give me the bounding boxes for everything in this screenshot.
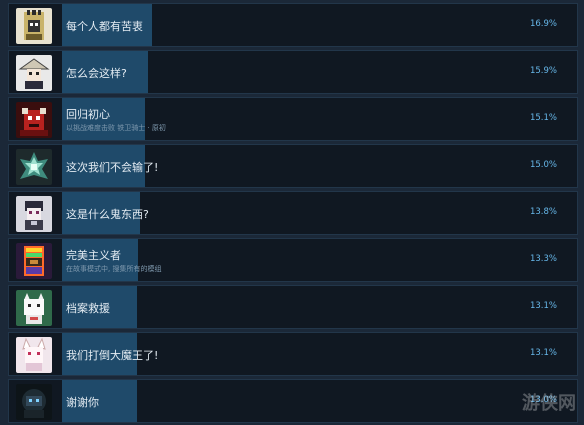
achievement-title: 这是什么鬼东西? xyxy=(66,208,149,221)
unlock-percentage: 15.9% xyxy=(529,66,557,76)
red-demon-icon xyxy=(16,102,52,138)
achievement-title: 谢谢你 xyxy=(66,396,99,409)
achievement-title: 这次我们不会输了! xyxy=(66,161,159,174)
unlock-percentage: 13.1% xyxy=(529,348,557,358)
achievement-row[interactable]: 谢谢你 13.0% xyxy=(8,379,578,423)
achievement-row[interactable]: 每个人都有苦衷 16.9% xyxy=(8,3,578,47)
achievement-row[interactable]: 这次我们不会输了! 15.0% xyxy=(8,144,578,188)
achievement-title: 档案救援 xyxy=(66,302,110,315)
unlock-percentage: 13.8% xyxy=(529,207,557,217)
achievement-description: 在故事模式中, 搜集所有的模组 xyxy=(66,265,162,273)
straw-hat-ninja-icon xyxy=(16,55,52,91)
castle-knight-icon xyxy=(16,8,52,44)
achievement-description: 以挑战难度击败 铁卫骑士 · 原初 xyxy=(66,124,166,132)
achievement-row[interactable]: 我们打倒大魔王了! 13.1% xyxy=(8,332,578,376)
unlock-percentage: 16.9% xyxy=(529,19,557,29)
watermark-logo: 游侠网 xyxy=(522,393,576,414)
dark-guardian-icon xyxy=(16,384,52,420)
unlock-percentage: 15.1% xyxy=(529,113,557,123)
fox-girl-icon xyxy=(16,337,52,373)
cat-girl-icon xyxy=(16,290,52,326)
achievement-row[interactable]: 回归初心以挑战难度击败 铁卫骑士 · 原初 15.1% xyxy=(8,97,578,141)
achievement-title: 回归初心 xyxy=(66,108,110,121)
achievement-row[interactable]: 怎么会这样? 15.9% xyxy=(8,50,578,94)
achievement-title: 怎么会这样? xyxy=(66,67,127,80)
achievement-row[interactable]: 这是什么鬼东西? 13.8% xyxy=(8,191,578,235)
achievement-row[interactable]: 档案救援 13.1% xyxy=(8,285,578,329)
unlock-percentage: 13.1% xyxy=(529,301,557,311)
crystal-crown-icon xyxy=(16,149,52,185)
achievement-title: 完美主义者 xyxy=(66,249,121,262)
unlock-percentage: 13.3% xyxy=(529,254,557,264)
achievement-title: 我们打倒大魔王了! xyxy=(66,349,159,362)
robot-girl-icon xyxy=(16,196,52,232)
achievement-row[interactable]: 完美主义者在故事模式中, 搜集所有的模组 13.3% xyxy=(8,238,578,282)
unlock-percentage: 15.0% xyxy=(529,160,557,170)
rainbow-cabinet-icon xyxy=(16,243,52,279)
achievement-title: 每个人都有苦衷 xyxy=(66,20,143,33)
